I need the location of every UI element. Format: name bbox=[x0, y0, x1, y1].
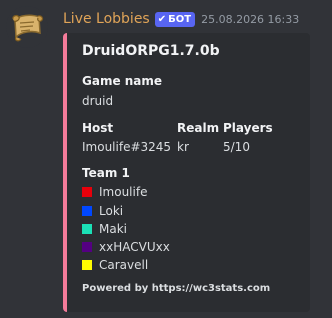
scroll-icon bbox=[6, 6, 48, 48]
game-name-value: druid bbox=[82, 94, 114, 108]
player-name: Loki bbox=[99, 204, 124, 218]
team-member: Imoulife bbox=[82, 185, 147, 199]
bot-avatar[interactable] bbox=[6, 6, 48, 48]
player-name: Imoulife bbox=[99, 185, 148, 199]
team-member: Loki bbox=[82, 204, 123, 218]
author-name[interactable]: Live Lobbies bbox=[63, 11, 150, 27]
team-member: xxHACVUxx bbox=[82, 240, 170, 254]
team-label: Team 1 bbox=[82, 166, 130, 180]
team-member: Caravell bbox=[82, 258, 148, 272]
player-color-swatch bbox=[82, 224, 92, 234]
bot-tag: ✔ БОТ bbox=[154, 11, 196, 27]
players-label: Players bbox=[223, 121, 273, 135]
realm-value: kr bbox=[177, 140, 189, 154]
message-timestamp[interactable]: 25.08.2026 16:33 bbox=[201, 13, 299, 26]
player-color-swatch bbox=[82, 242, 92, 252]
game-name-label: Game name bbox=[82, 74, 163, 88]
bot-tag-label: БОТ bbox=[168, 13, 192, 25]
team-member: Maki bbox=[82, 222, 127, 236]
player-color-swatch bbox=[82, 206, 92, 216]
checkmark-icon: ✔ bbox=[157, 13, 167, 25]
message-header: Live Lobbies ✔ БОТ 25.08.2026 16:33 bbox=[63, 9, 299, 29]
player-name: xxHACVUxx bbox=[99, 240, 170, 254]
embed-footer: Powered by https://wc3stats.com bbox=[82, 283, 271, 294]
lobby-embed: DruidORPG1.7.0b Game name druid Host Imo… bbox=[63, 33, 310, 312]
players-value: 5/10 bbox=[223, 140, 250, 154]
host-value: Imoulife#3245 bbox=[82, 140, 172, 154]
realm-label: Realm bbox=[177, 121, 220, 135]
player-name: Maki bbox=[99, 222, 127, 236]
embed-title: DruidORPG1.7.0b bbox=[82, 43, 220, 59]
player-name: Caravell bbox=[99, 258, 149, 272]
player-color-swatch bbox=[82, 187, 92, 197]
player-color-swatch bbox=[82, 260, 92, 270]
host-label: Host bbox=[82, 121, 114, 135]
